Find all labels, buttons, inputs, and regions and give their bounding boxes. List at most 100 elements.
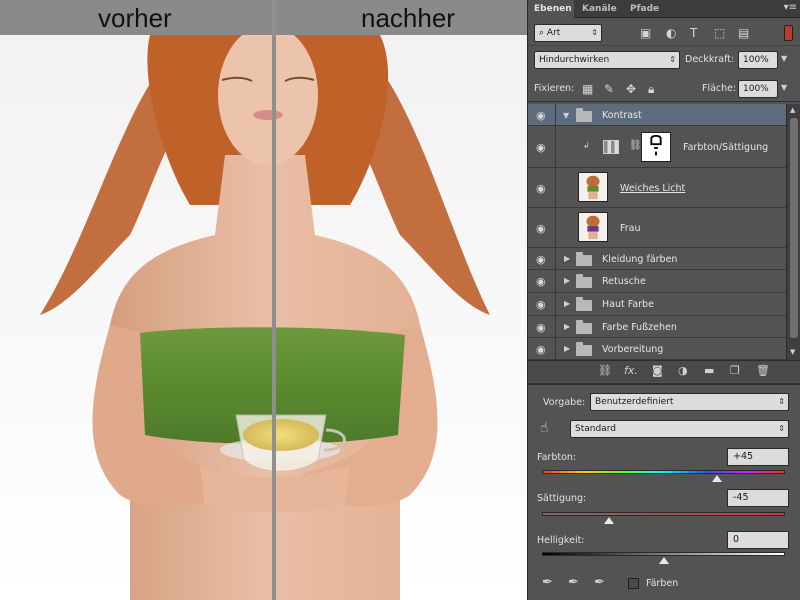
scrollbar-thumb[interactable] [790,118,798,338]
channel-select[interactable]: Standard ⇕ [570,420,789,438]
filter-toggle-switch[interactable] [784,25,793,41]
new-adjustment-icon[interactable]: ◑ [678,364,688,377]
layers-footer-toolbar: ⛓ fx. ◙ ◑ ▬ ❐ 🗑︎ [528,360,800,382]
link-layers-icon[interactable]: ⛓ [598,364,612,377]
eye-icon[interactable]: ◉ [536,253,546,266]
eye-icon[interactable]: ◉ [536,141,546,154]
layer-mask-thumbnail[interactable] [641,132,671,162]
lock-transparency-icon[interactable]: ▦ [582,82,593,96]
lock-all-icon[interactable]: 🔒︎ [648,82,654,96]
scroll-up-icon[interactable]: ▲ [790,106,795,114]
eye-icon[interactable]: ◉ [536,343,546,356]
collapse-triangle-icon[interactable]: ▶ [564,299,570,308]
smart-object-filter-icon[interactable]: ▤ [738,26,749,40]
layer-row-hue-saturation[interactable]: ◉ ↲ ⛓ Farbton/Sättigung [528,126,786,168]
eye-icon[interactable]: ◉ [536,222,546,235]
new-group-icon[interactable]: ▬ [704,364,714,377]
before-label: vorher [98,3,172,33]
eye-icon[interactable]: ◉ [536,321,546,334]
layer-row-retusche[interactable]: ◉ ▶ Retusche [528,270,786,293]
collapse-triangle-icon[interactable]: ▶ [564,254,570,263]
panel-menu-icon[interactable]: ▾≡ [784,2,797,13]
layer-row-vorbereitung[interactable]: ◉ ▶ Vorbereitung [528,338,786,360]
fill-dropdown-icon[interactable]: ▼ [781,83,787,92]
layer-row-weiches-licht[interactable]: ◉ Weiches Licht [528,168,786,208]
blend-mode-value: Hindurchwirken [539,55,610,65]
channel-value: Standard [575,424,616,434]
opacity-label: Deckkraft: [685,54,735,65]
layer-row-kleidung-faerben[interactable]: ◉ ▶ Kleidung färben [528,248,786,270]
folder-icon [576,274,592,288]
opacity-dropdown-icon[interactable]: ▼ [781,54,787,63]
filter-kind-select[interactable]: ⌕ Art ⇕ [534,24,602,42]
eyedropper-plus-icon[interactable]: ✒ [568,575,579,590]
portrait-photo [0,35,527,600]
opacity-input[interactable]: 100% [738,51,778,69]
lightness-slider[interactable] [542,552,785,556]
saturation-slider[interactable] [542,512,785,516]
layer-row-kontrast[interactable]: ◉ ▼ Kontrast [528,104,786,126]
hue-slider-knob[interactable] [711,475,722,482]
layers-scrollbar[interactable]: ▲ ▼ [786,104,800,360]
scroll-down-icon[interactable]: ▼ [790,348,795,356]
link-chain-icon[interactable]: ⛓ [629,140,642,151]
lock-pixels-icon[interactable]: ✎ [604,82,614,96]
split-divider[interactable] [272,0,276,600]
tab-pfade[interactable]: Pfade [624,0,660,18]
tab-ebenen[interactable]: Ebenen [528,0,574,18]
pixel-filter-icon[interactable]: ▣ [640,26,651,40]
collapse-triangle-icon[interactable]: ▶ [564,322,570,331]
document-canvas[interactable]: vorher nachher [0,0,527,600]
comparison-label-bar: vorher nachher [0,0,527,35]
shape-filter-icon[interactable]: ⬚ [714,26,725,40]
hue-slider[interactable] [542,470,785,474]
saturation-slider-knob[interactable] [603,517,614,524]
layer-filter-row: ⌕ Art ⇕ ▣ ◐ T ⬚ ▤ [528,20,800,46]
layer-name: Farbton/Sättigung [683,142,769,153]
folder-icon [576,108,592,122]
saturation-input[interactable]: -45 [727,489,789,507]
adjustment-filter-icon[interactable]: ◐ [666,26,676,40]
add-mask-icon[interactable]: ◙ [652,364,663,377]
blend-mode-select[interactable]: Hindurchwirken ⇕ [534,51,680,69]
lightness-slider-knob[interactable] [658,557,669,564]
mask-icon [650,134,662,156]
layer-row-farbe-fusszehen[interactable]: ◉ ▶ Farbe Fußzehen [528,316,786,338]
colorize-checkbox[interactable] [628,578,639,589]
lock-position-icon[interactable]: ✥ [626,82,636,96]
targeted-adjustment-hand-icon[interactable]: ☝ [540,420,549,436]
eye-icon[interactable]: ◉ [536,275,546,288]
collapse-triangle-icon[interactable]: ▶ [564,344,570,353]
folder-icon [576,342,592,356]
layer-name: Haut Farbe [602,299,654,310]
eye-icon[interactable]: ◉ [536,182,546,195]
expand-triangle-icon[interactable]: ▼ [563,111,569,120]
type-filter-icon[interactable]: T [690,26,697,40]
collapse-triangle-icon[interactable]: ▶ [564,276,570,285]
layer-row-haut-farbe[interactable]: ◉ ▶ Haut Farbe [528,293,786,316]
tab-kanaele[interactable]: Kanäle [576,0,622,18]
preset-select[interactable]: Benutzerdefiniert ⇕ [590,393,789,411]
layer-name: Retusche [602,276,646,287]
lightness-input[interactable]: 0 [727,531,789,549]
lock-label: Fixieren: [534,83,575,94]
eye-icon[interactable]: ◉ [536,298,546,311]
search-icon: ⌕ [539,28,547,38]
new-layer-icon[interactable]: ❐ [730,364,740,377]
eyedropper-minus-icon[interactable]: ✒ [594,575,605,590]
colorize-label: Färben [646,578,679,589]
eyedropper-icon[interactable]: ✒ [542,575,553,590]
layer-name: Kleidung färben [602,254,678,265]
layer-row-frau[interactable]: ◉ Frau [528,208,786,248]
layer-thumbnail [578,212,608,242]
eye-icon[interactable]: ◉ [536,109,546,122]
fx-icon[interactable]: fx. [624,364,638,377]
layer-name: Farbe Fußzehen [602,322,677,333]
trash-icon[interactable]: 🗑︎ [756,364,770,377]
filter-kind-value: Art [546,28,561,38]
layers-panel-tabs: Ebenen Kanäle Pfade ▾≡ [528,0,800,18]
fill-input[interactable]: 100% [738,80,778,98]
preset-value: Benutzerdefiniert [595,397,674,407]
lock-row: Fixieren: ▦ ✎ ✥ 🔒︎ Fläche: 100% ▼ [528,76,800,102]
hue-input[interactable]: +45 [727,448,789,466]
